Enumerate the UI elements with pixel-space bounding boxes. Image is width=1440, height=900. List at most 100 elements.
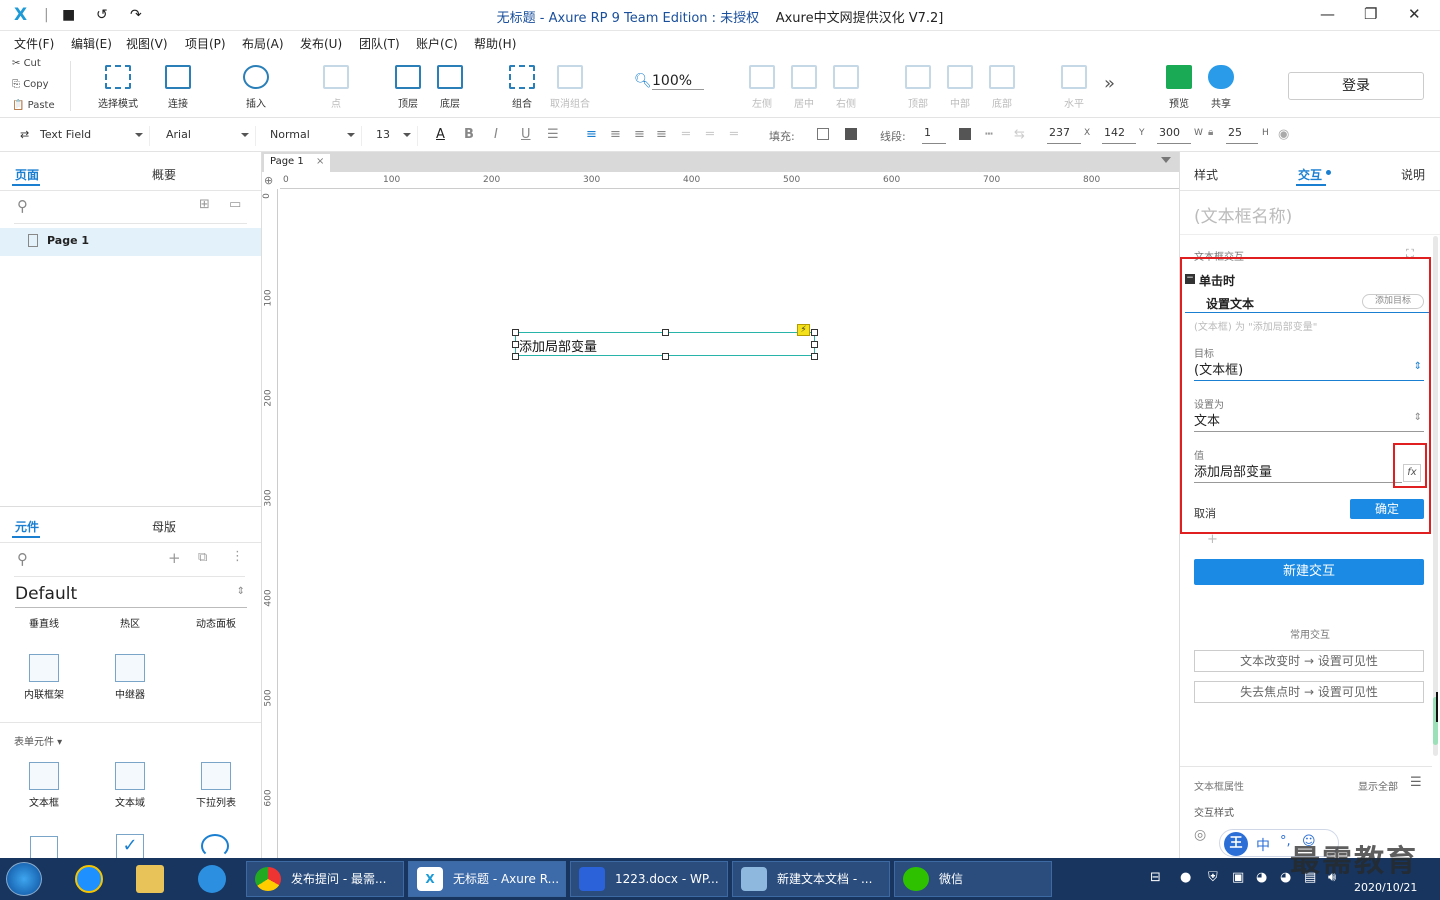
copy-button[interactable]: ⎘ Copy xyxy=(12,79,49,90)
width-input[interactable]: 300 xyxy=(1157,126,1191,144)
explorer-folder-icon[interactable] xyxy=(136,865,164,893)
tab-dropdown-icon[interactable] xyxy=(1161,157,1171,168)
share-button[interactable]: 共享 xyxy=(1191,65,1251,110)
add-library-icon[interactable]: + xyxy=(168,549,181,567)
valign-middle-icon[interactable]: ═ xyxy=(706,127,714,142)
tray-wechat-icon[interactable]: ● xyxy=(1180,870,1191,885)
library-copy-icon[interactable]: ⧉ xyxy=(198,550,207,565)
menu-icon[interactable]: ☰ xyxy=(1410,775,1422,790)
align-text-justify-icon[interactable]: ≡ xyxy=(656,127,667,142)
close-tab-icon[interactable]: × xyxy=(316,156,324,167)
clock-date[interactable]: 2020/10/21 xyxy=(1354,881,1417,894)
tray-ime-icon[interactable]: ⊟ xyxy=(1150,870,1161,885)
resize-handle[interactable] xyxy=(512,353,519,360)
font-family-select[interactable]: Arial xyxy=(160,126,256,146)
tab-style[interactable]: 样式 xyxy=(1194,166,1218,183)
menu-arrange[interactable]: 布局(A) xyxy=(242,35,284,52)
list-box-icon[interactable] xyxy=(30,836,58,858)
align-text-left-icon[interactable]: ≡ xyxy=(586,127,597,142)
tab-notes[interactable]: 说明 xyxy=(1401,166,1425,183)
line-width-input[interactable]: 1 xyxy=(922,126,946,144)
font-color-icon[interactable]: A xyxy=(436,127,445,142)
app-icon[interactable] xyxy=(198,865,226,893)
login-button[interactable]: 登录 xyxy=(1288,72,1424,100)
taskbar-app-wechat[interactable]: 微信 xyxy=(894,861,1052,897)
tab-widgets[interactable]: 元件 xyxy=(15,518,39,535)
common-text-changed-button[interactable]: 文本改变时 → 设置可见性 xyxy=(1194,650,1424,672)
insert-button[interactable]: 插入 xyxy=(226,65,286,110)
line-style-icon[interactable]: ┅ xyxy=(985,127,993,142)
tray-qq-icon[interactable]: ◕ xyxy=(1256,870,1267,885)
menu-publish[interactable]: 发布(U) xyxy=(300,35,342,52)
new-interaction-button[interactable]: 新建交互 xyxy=(1194,559,1424,585)
fill-color-swatch[interactable] xyxy=(817,128,829,140)
select-mode-button[interactable]: 选择模式 xyxy=(88,65,148,110)
widget-inline-frame[interactable]: 内联框架 xyxy=(4,654,84,701)
tray-nvidia-icon[interactable]: ▣ xyxy=(1232,870,1244,885)
add-page-icon[interactable]: ⊞ xyxy=(199,197,210,212)
font-size-select[interactable]: 13 xyxy=(370,126,418,146)
more-chevron-icon[interactable]: » xyxy=(1104,73,1115,94)
point-button[interactable]: 点 xyxy=(306,65,366,110)
widget-name-input[interactable]: (文本框名称) xyxy=(1194,202,1292,227)
add-folder-icon[interactable]: ▭ xyxy=(229,197,241,212)
checkbox-icon[interactable]: ✓ xyxy=(116,834,144,858)
align-text-center-icon[interactable]: ≡ xyxy=(610,127,621,142)
tab-masters[interactable]: 母版 xyxy=(152,518,176,535)
resize-handle[interactable] xyxy=(512,341,519,348)
arrow-style-icon[interactable]: ⇆ xyxy=(1014,127,1025,142)
minimize-icon[interactable]: — xyxy=(1320,5,1335,23)
align-right-button[interactable]: 右侧 xyxy=(816,65,876,110)
tab-outline[interactable]: 概要 xyxy=(152,166,176,183)
cut-button[interactable]: ✂ Cut xyxy=(12,58,41,69)
close-icon[interactable]: ✕ xyxy=(1408,5,1421,23)
widget-text-area[interactable]: 文本域 xyxy=(90,762,170,809)
more-vertical-icon[interactable]: ⋮ xyxy=(231,549,244,564)
widget-repeater[interactable]: 中继器 xyxy=(90,654,170,701)
visibility-eye-icon[interactable]: ◉ xyxy=(1278,127,1289,142)
valign-top-icon[interactable]: ═ xyxy=(682,127,690,142)
valign-bottom-icon[interactable]: ═ xyxy=(730,127,738,142)
menu-account[interactable]: 账户(C) xyxy=(416,35,458,52)
taskbar-app-notepad[interactable]: 新建文本文档 - ... xyxy=(732,861,890,897)
ie-icon[interactable] xyxy=(75,865,103,893)
resize-handle[interactable] xyxy=(811,353,818,360)
radio-icon[interactable] xyxy=(201,834,229,858)
menu-edit[interactable]: 编辑(E) xyxy=(71,35,112,52)
resize-handle[interactable] xyxy=(512,329,519,336)
bullet-list-icon[interactable]: ☰ xyxy=(547,127,559,142)
italic-icon[interactable]: I xyxy=(494,127,498,142)
tab-page1[interactable]: Page 1 × xyxy=(264,154,330,172)
widget-text-field[interactable]: 文本框 xyxy=(4,762,84,809)
y-input[interactable]: 142 xyxy=(1102,126,1136,144)
taskbar-app-wps[interactable]: 1223.docx - WP... xyxy=(570,861,728,897)
library-select[interactable]: Default ⇕ xyxy=(15,584,247,608)
font-weight-select[interactable]: Normal xyxy=(264,126,362,146)
windows-start-icon[interactable] xyxy=(6,862,42,896)
underline-icon[interactable]: U xyxy=(521,127,531,142)
height-input[interactable]: 25 xyxy=(1226,126,1258,144)
resize-handle[interactable] xyxy=(662,353,669,360)
align-text-right-icon[interactable]: ≡ xyxy=(634,127,645,142)
taskbar-app-chrome[interactable]: 发布提问 - 最需... xyxy=(246,861,404,897)
widget-style-select[interactable]: ⇄ Text Field xyxy=(12,126,150,146)
common-lost-focus-button[interactable]: 失去焦点时 → 设置可见性 xyxy=(1194,681,1424,703)
widget-hotspot[interactable]: 热区 xyxy=(90,615,170,630)
menu-file[interactable]: 文件(F) xyxy=(14,35,54,52)
widget-droplist[interactable]: 下拉列表 xyxy=(176,762,256,809)
add-action-icon[interactable]: + xyxy=(1207,532,1218,547)
resize-handle[interactable] xyxy=(662,329,669,336)
distribute-horizontal-button[interactable]: 水平 xyxy=(1044,65,1104,110)
search-icon[interactable]: ⚲ xyxy=(17,197,28,215)
bold-icon[interactable]: B xyxy=(464,127,474,142)
maximize-icon[interactable]: ❐ xyxy=(1364,5,1377,23)
tab-pages[interactable]: 页面 xyxy=(15,166,39,183)
lock-ratio-icon[interactable]: 🔒︎ xyxy=(1208,127,1213,138)
menu-help[interactable]: 帮助(H) xyxy=(474,35,516,52)
send-to-back-button[interactable]: 底层 xyxy=(420,65,480,110)
page-item-page1[interactable]: Page 1 xyxy=(0,228,261,256)
widget-vertical-line[interactable]: 垂直线 xyxy=(4,615,84,630)
scrollbar[interactable] xyxy=(1433,236,1438,756)
ungroup-button[interactable]: 取消组合 xyxy=(540,65,600,110)
resize-handle[interactable] xyxy=(811,341,818,348)
